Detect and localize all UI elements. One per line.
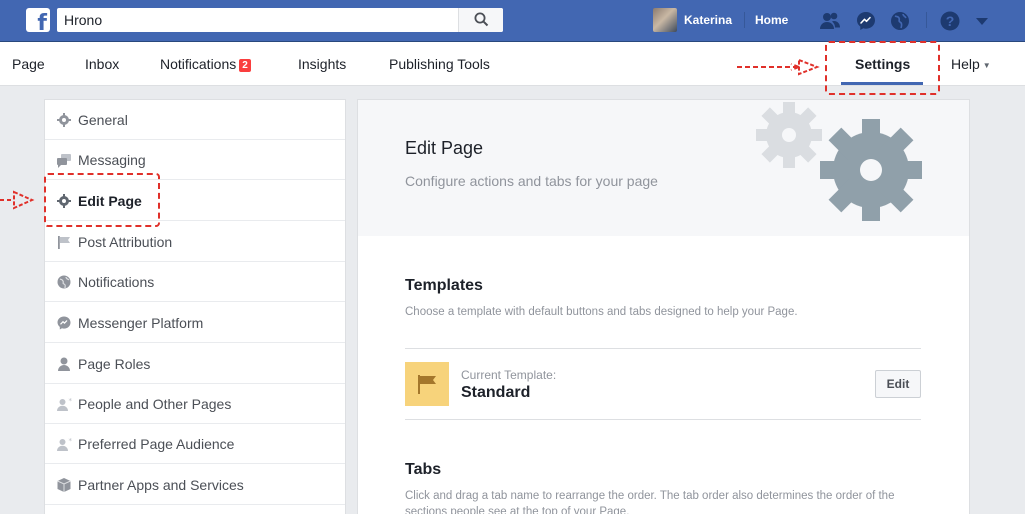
globe-notifications-icon[interactable]	[888, 9, 912, 33]
divider	[405, 348, 921, 349]
person-star-icon: *	[57, 437, 73, 451]
divider	[744, 12, 745, 28]
edit-template-button[interactable]: Edit	[875, 370, 921, 398]
sidebar-item-label: Notifications	[78, 274, 155, 290]
avatar	[653, 8, 677, 32]
sidebar-item-preferred-page-audience[interactable]: * Preferred Page Audience	[45, 424, 345, 464]
search-icon	[474, 12, 489, 27]
messenger-icon	[57, 316, 71, 330]
user-name: Katerina	[684, 13, 733, 27]
sidebar-item-label: Preferred Page Audience	[78, 436, 235, 452]
caret-down-icon: ▼	[982, 61, 991, 70]
profile-link[interactable]: Katerina	[653, 8, 732, 32]
sidebar-item-partner-apps[interactable]: Partner Apps and Services	[45, 465, 345, 505]
sidebar-item-general[interactable]: General	[45, 100, 345, 140]
person-star-icon: *	[57, 397, 73, 411]
person-icon	[58, 357, 70, 371]
template-icon	[405, 362, 449, 406]
box-icon	[57, 478, 71, 492]
sidebar-item-label: Post Attribution	[78, 234, 173, 250]
current-template-label: Current Template:	[461, 368, 557, 382]
annotation-arrow-right-icon	[737, 58, 820, 76]
tab-page[interactable]: Page	[12, 56, 45, 72]
gear-icon	[57, 113, 71, 127]
settings-highlight-box	[825, 41, 940, 95]
tab-notifications-label: Notifications	[160, 56, 237, 72]
divider	[926, 12, 927, 28]
sidebar-item-label: Messenger Platform	[78, 315, 204, 331]
facebook-logo-icon[interactable]: f	[26, 8, 50, 35]
sidebar-item-people-and-other-pages[interactable]: * People and Other Pages	[45, 384, 345, 424]
notifications-badge: 2	[239, 59, 251, 72]
search-button[interactable]	[458, 8, 503, 32]
sidebar-item-label: Partner Apps and Services	[78, 477, 244, 493]
account-menu-icon[interactable]	[970, 9, 994, 33]
search-input[interactable]	[57, 8, 457, 32]
divider	[405, 419, 921, 420]
edit-page-panel: Edit Page Configure actions and tabs for…	[357, 99, 970, 514]
sidebar-item-messenger-platform[interactable]: Messenger Platform	[45, 303, 345, 343]
page-subtitle: Configure actions and tabs for your page	[405, 173, 658, 189]
sidebar-item-label: People and Other Pages	[78, 396, 232, 412]
tab-insights[interactable]: Insights	[298, 56, 346, 72]
svg-text:*: *	[69, 397, 73, 405]
annotation-arrow-right-icon	[0, 190, 35, 210]
page-title: Edit Page	[405, 138, 484, 158]
tab-help[interactable]: Help ▼	[951, 56, 991, 72]
tab-notifications[interactable]: Notifications 2	[160, 56, 251, 72]
sidebar-item-label: Messaging	[78, 152, 146, 168]
sidebar-item-notifications[interactable]: Notifications	[45, 262, 345, 302]
sidebar-item-page-roles[interactable]: Page Roles	[45, 344, 345, 384]
sidebar-item-label: Page Roles	[78, 356, 151, 372]
templates-description: Choose a template with default buttons a…	[405, 306, 798, 318]
tab-publishing-tools[interactable]: Publishing Tools	[389, 56, 490, 72]
chat-bubbles-icon	[57, 154, 71, 168]
tab-help-label: Help	[951, 56, 980, 72]
home-link[interactable]: Home	[755, 13, 788, 27]
svg-text:?: ?	[946, 13, 955, 29]
panel-header: Edit Page Configure actions and tabs for…	[358, 100, 969, 236]
messenger-icon[interactable]	[854, 9, 878, 33]
templates-heading: Templates	[405, 277, 483, 294]
help-icon[interactable]: ?	[938, 9, 962, 33]
top-bar: f Katerina Home ?	[0, 0, 1025, 42]
settings-sidebar: General Messaging Edit Page Post Attribu…	[44, 99, 346, 514]
edit-page-highlight-box	[44, 173, 160, 227]
flag-icon	[418, 375, 436, 394]
sidebar-item-post-attribution[interactable]: Post Attribution	[45, 222, 345, 262]
globe-icon	[57, 275, 71, 289]
svg-text:*: *	[69, 437, 73, 445]
friend-requests-icon[interactable]	[818, 9, 842, 33]
tab-inbox[interactable]: Inbox	[85, 56, 119, 72]
tabs-description: Click and drag a tab name to rearrange t…	[405, 490, 895, 514]
sidebar-item-label: General	[78, 112, 128, 128]
gears-illustration-icon	[756, 102, 922, 221]
search-box	[57, 8, 503, 32]
flag-icon	[58, 236, 70, 249]
tabs-heading: Tabs	[405, 461, 442, 478]
current-template-name: Standard	[461, 384, 531, 401]
